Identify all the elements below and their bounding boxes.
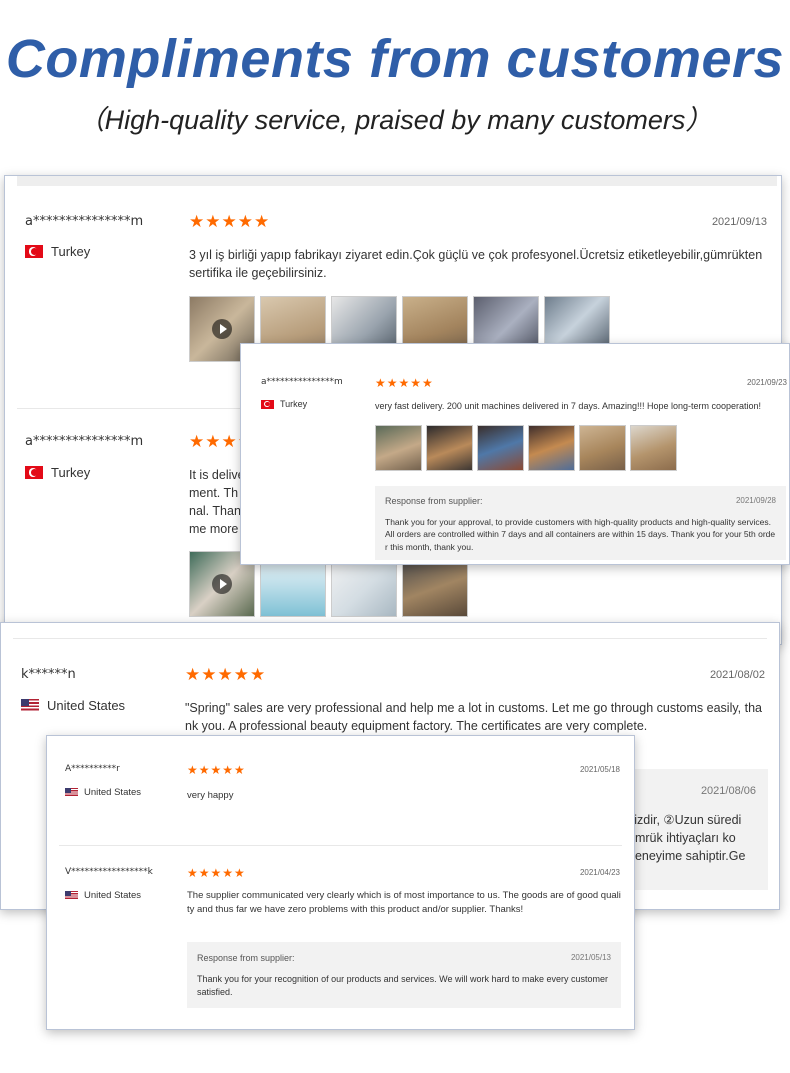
reviewer-name: a***************m — [25, 434, 144, 449]
review-text-line: It is delive — [189, 468, 245, 482]
response-date: 2021/09/28 — [735, 496, 776, 505]
reviewer-name: k******n — [21, 667, 76, 682]
review-text-line: me more — [189, 522, 239, 536]
review-text: very fast delivery. 200 unit machines de… — [375, 401, 762, 411]
turkey-flag-icon — [25, 245, 43, 258]
review-text: The supplier communicated very clearly w… — [187, 890, 621, 915]
review-item: A**********r United States ★★★★★ 2021/05… — [47, 736, 634, 844]
review-text: very happy — [187, 790, 234, 801]
response-date: 2021/08/06 — [700, 785, 756, 797]
us-flag-icon — [65, 891, 78, 900]
review-date: 2021/05/18 — [579, 765, 620, 774]
reviewer-country: United States — [65, 787, 141, 798]
supplier-response: Response from supplier: 2021/05/13 Thank… — [187, 942, 621, 1008]
review-image-thumbnail[interactable] — [477, 425, 524, 471]
review-popup-1: a***************m Turkey ★★★★★ 2021/09/2… — [240, 343, 790, 565]
page-title: Compliments from customers — [5, 29, 785, 89]
card-top-divider — [13, 638, 767, 639]
rating-stars: ★★★★★ — [185, 665, 267, 684]
response-text: Thank you for your approval, to provide … — [385, 517, 776, 552]
country-label: United States — [84, 787, 142, 798]
reviewer-name: a***************m — [261, 377, 343, 387]
reviewer-name: V*****************k — [65, 867, 153, 877]
review-image-thumbnail[interactable] — [528, 425, 575, 471]
review-image-thumbnail[interactable] — [375, 425, 422, 471]
review-item: V*****************k United States ★★★★★ … — [47, 845, 634, 1030]
review-text-line: ment. Th — [189, 486, 239, 500]
response-text-line: sizdir, ②Uzun süredi — [628, 813, 742, 827]
play-icon — [212, 319, 232, 339]
reviewer-country: Turkey — [261, 399, 307, 409]
review-images — [375, 425, 681, 471]
turkey-flag-icon — [25, 466, 43, 479]
turkey-flag-icon — [261, 399, 274, 409]
country-label: United States — [47, 698, 126, 713]
review-image-thumbnail[interactable] — [630, 425, 677, 471]
supplier-response: Response from supplier: 2021/09/28 Thank… — [375, 486, 786, 560]
response-text-line: deneyime sahiptir.Ge — [628, 849, 746, 863]
review-date: 2021/04/23 — [579, 868, 620, 877]
review-popup-2: A**********r United States ★★★★★ 2021/05… — [46, 735, 635, 1030]
country-label: Turkey — [280, 399, 308, 409]
page-subtitle: （High-quality service, praised by many c… — [77, 105, 713, 135]
rating-stars: ★★★★★ — [375, 376, 434, 390]
us-flag-icon — [65, 788, 78, 797]
us-flag-icon — [21, 699, 39, 712]
review-image-thumbnail[interactable] — [579, 425, 626, 471]
country-label: Turkey — [51, 465, 91, 480]
rating-stars: ★★★★★ — [187, 763, 246, 777]
rating-stars: ★★★★★ — [187, 866, 246, 880]
review-date: 2021/09/23 — [746, 378, 787, 387]
response-text-line: ümrük ihtiyaçları ko — [628, 831, 736, 845]
response-text: Thank you for your recognition of our pr… — [197, 974, 609, 998]
rating-stars: ★★★★★ — [189, 212, 271, 231]
country-label: Turkey — [51, 244, 91, 259]
review-text-line: nal. Than — [189, 504, 241, 518]
review-date: 2021/08/02 — [709, 669, 765, 681]
reviewer-country: Turkey — [25, 465, 90, 480]
play-icon — [212, 574, 232, 594]
reviewer-country: United States — [21, 698, 125, 713]
reviewer-name: a***************m — [25, 214, 144, 229]
review-image-thumbnail[interactable] — [426, 425, 473, 471]
response-date: 2021/05/13 — [570, 953, 611, 962]
review-text: "Spring" sales are very professional and… — [185, 701, 762, 734]
response-title: Response from supplier: — [197, 953, 295, 963]
response-title: Response from supplier: — [385, 496, 483, 506]
reviewer-country: Turkey — [25, 244, 90, 259]
review-date: 2021/09/13 — [711, 216, 767, 228]
reviewer-country: United States — [65, 890, 141, 901]
review-text: 3 yıl iş birliği yapıp fabrikayı ziyaret… — [189, 248, 763, 281]
reviewer-name: A**********r — [65, 764, 120, 774]
country-label: United States — [84, 890, 142, 901]
